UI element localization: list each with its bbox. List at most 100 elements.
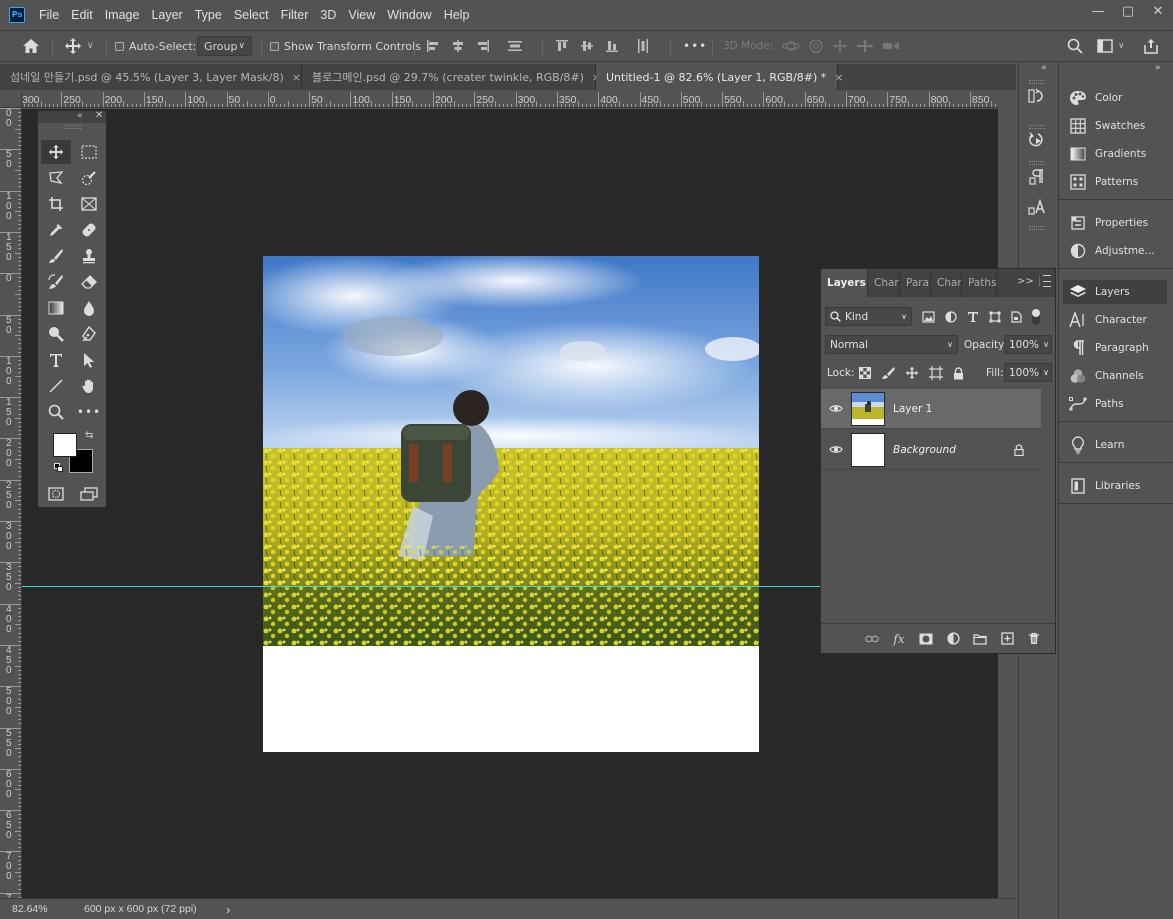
maximize-button[interactable]: ▢	[1113, 0, 1143, 22]
auto-select-toggle[interactable]: Auto-Select:	[115, 31, 196, 61]
tab-blog-main-psd[interactable]: 블로그메인.psd @ 29.7% (creater twinkle, RGB/…	[302, 64, 601, 90]
lock-image-pixels-icon[interactable]	[881, 366, 895, 380]
dock-character[interactable]: Character	[1063, 308, 1167, 332]
tab-paths[interactable]: Paths	[962, 269, 997, 297]
glyphs-panel-button[interactable]	[1026, 166, 1048, 188]
move-tool[interactable]	[41, 140, 71, 164]
document-canvas[interactable]	[263, 256, 759, 752]
layer-name[interactable]: Background	[893, 444, 956, 456]
close-tab-icon[interactable]: ×	[292, 71, 301, 84]
home-button[interactable]	[22, 31, 40, 61]
align-left-icon[interactable]	[426, 39, 440, 53]
quick-mask-button[interactable]	[41, 482, 71, 506]
healing-brush-tool[interactable]	[74, 218, 104, 242]
menu-select[interactable]: Select	[234, 8, 269, 22]
filter-adjustment-icon[interactable]	[945, 310, 957, 323]
tab-channels[interactable]: Char	[931, 269, 962, 297]
align-center-icon[interactable]	[451, 39, 465, 53]
menu-filter[interactable]: Filter	[281, 8, 309, 22]
dock-gradients[interactable]: Gradients	[1063, 142, 1167, 166]
3d-pan-icon[interactable]	[832, 38, 848, 54]
dock-properties[interactable]: Properties	[1063, 211, 1167, 235]
dock-patterns[interactable]: Patterns	[1063, 170, 1167, 194]
dock-swatches[interactable]: Swatches	[1063, 114, 1167, 138]
layer-filter-kind-dropdown[interactable]: Kind ∨	[825, 307, 912, 326]
eraser-tool[interactable]	[74, 270, 104, 294]
minimize-button[interactable]: —	[1083, 0, 1113, 22]
tab-thumbnail-psd[interactable]: 섬네일 만들기.psd @ 45.5% (Layer 3, Layer Mask…	[0, 64, 302, 90]
align-right-icon[interactable]	[476, 39, 490, 53]
close-window-button[interactable]: ✕	[1143, 0, 1173, 22]
fill-input[interactable]: 100% ∨	[1004, 363, 1052, 382]
marquee-tool[interactable]	[74, 140, 104, 164]
frame-tool[interactable]	[74, 192, 104, 216]
auto-select-checkbox[interactable]	[115, 41, 124, 51]
vertical-ruler[interactable]: 0 0 5 0 1 0 0 1 5 0 0 5 0 1 0 0 1 5 0 2 0 0 2 5 0…	[0, 108, 22, 898]
new-layer-button[interactable]	[1000, 632, 1014, 646]
blend-mode-dropdown[interactable]: Normal ∨	[825, 335, 958, 354]
line-tool[interactable]	[41, 374, 71, 398]
dock-adjustments[interactable]: Adjustme...	[1063, 239, 1167, 263]
history-panel-button[interactable]	[1026, 85, 1048, 107]
new-adjustment-layer-button[interactable]	[946, 632, 960, 646]
character-styles-panel-button[interactable]	[1026, 196, 1048, 218]
close-panel-icon[interactable]: ✕	[95, 110, 103, 121]
chevron-down-icon[interactable]: ∨	[1040, 340, 1049, 349]
menu-help[interactable]: Help	[444, 8, 470, 22]
add-mask-button[interactable]	[919, 632, 933, 646]
tab-untitled-1[interactable]: Untitled-1 @ 82.6% (Layer 1, RGB/8#) * ×	[596, 64, 844, 90]
lock-all-icon[interactable]	[953, 366, 964, 380]
actions-panel-button[interactable]	[1026, 129, 1048, 151]
horizontal-ruler[interactable]: 300 250 200 150 100 50 0 50 100 150 200 250 300 350 40…	[22, 92, 998, 108]
workspace-switcher[interactable]: ∨	[1097, 31, 1125, 61]
align-bottom-icon[interactable]	[605, 39, 619, 53]
3d-roll-icon[interactable]	[808, 38, 824, 54]
3d-slide-icon[interactable]	[856, 38, 874, 54]
blur-tool[interactable]	[74, 296, 104, 320]
tab-paragraph[interactable]: Para	[900, 269, 931, 297]
clone-stamp-tool[interactable]	[74, 244, 104, 268]
3d-scale-icon[interactable]	[882, 38, 900, 54]
edit-toolbar-button[interactable]: •••	[74, 400, 104, 424]
screen-mode-button[interactable]	[74, 482, 104, 506]
tools-panel-grip[interactable]	[38, 123, 106, 131]
type-tool[interactable]	[41, 348, 71, 372]
dock-channels[interactable]: Channels	[1063, 364, 1167, 388]
collapse-strip-icon[interactable]: «	[1041, 63, 1047, 73]
opacity-input[interactable]: 100% ∨	[1004, 335, 1052, 354]
show-transform-checkbox[interactable]	[270, 41, 279, 51]
layer-row-layer-1[interactable]: Layer 1	[821, 389, 1041, 429]
zoom-tool[interactable]	[41, 400, 71, 424]
search-button[interactable]	[1067, 31, 1083, 61]
dock-libraries[interactable]: Libraries	[1063, 474, 1167, 498]
crop-tool[interactable]	[41, 192, 71, 216]
menu-view[interactable]: View	[348, 8, 375, 22]
menu-file[interactable]: File	[39, 8, 59, 22]
align-middle-icon[interactable]	[580, 39, 594, 53]
dock-paragraph[interactable]: Paragraph	[1063, 336, 1167, 360]
dodge-tool[interactable]	[41, 322, 71, 346]
filter-toggle-switch[interactable]	[1032, 308, 1040, 325]
collapse-panel-icon[interactable]: «	[77, 111, 83, 121]
lock-icon[interactable]	[1014, 444, 1024, 456]
more-options-button[interactable]: •••	[683, 31, 707, 61]
filter-smart-object-icon[interactable]	[1011, 310, 1022, 323]
menu-image[interactable]: Image	[105, 8, 140, 22]
status-menu-arrow-icon[interactable]: ›	[226, 902, 230, 917]
lasso-tool[interactable]	[41, 166, 71, 190]
expand-dock-icon[interactable]: »	[1155, 63, 1161, 73]
move-tool-preset-picker[interactable]: ∨	[64, 31, 94, 61]
layers-scrollbar[interactable]	[1041, 385, 1055, 623]
layer-name[interactable]: Layer 1	[893, 403, 932, 415]
horizontal-guide[interactable]	[22, 586, 820, 587]
tab-layers[interactable]: Layers	[821, 269, 868, 297]
foreground-color-swatch[interactable]	[53, 433, 77, 457]
zoom-level[interactable]: 82.64%	[12, 903, 82, 915]
pen-tool[interactable]	[74, 322, 104, 346]
3d-orbit-icon[interactable]	[782, 38, 800, 54]
gradient-tool[interactable]	[41, 296, 71, 320]
filter-shape-icon[interactable]	[989, 311, 1001, 323]
show-transform-toggle[interactable]: Show Transform Controls	[270, 31, 421, 61]
visibility-eye-icon[interactable]	[821, 404, 851, 413]
distribute-horizontal-icon[interactable]	[636, 38, 650, 54]
